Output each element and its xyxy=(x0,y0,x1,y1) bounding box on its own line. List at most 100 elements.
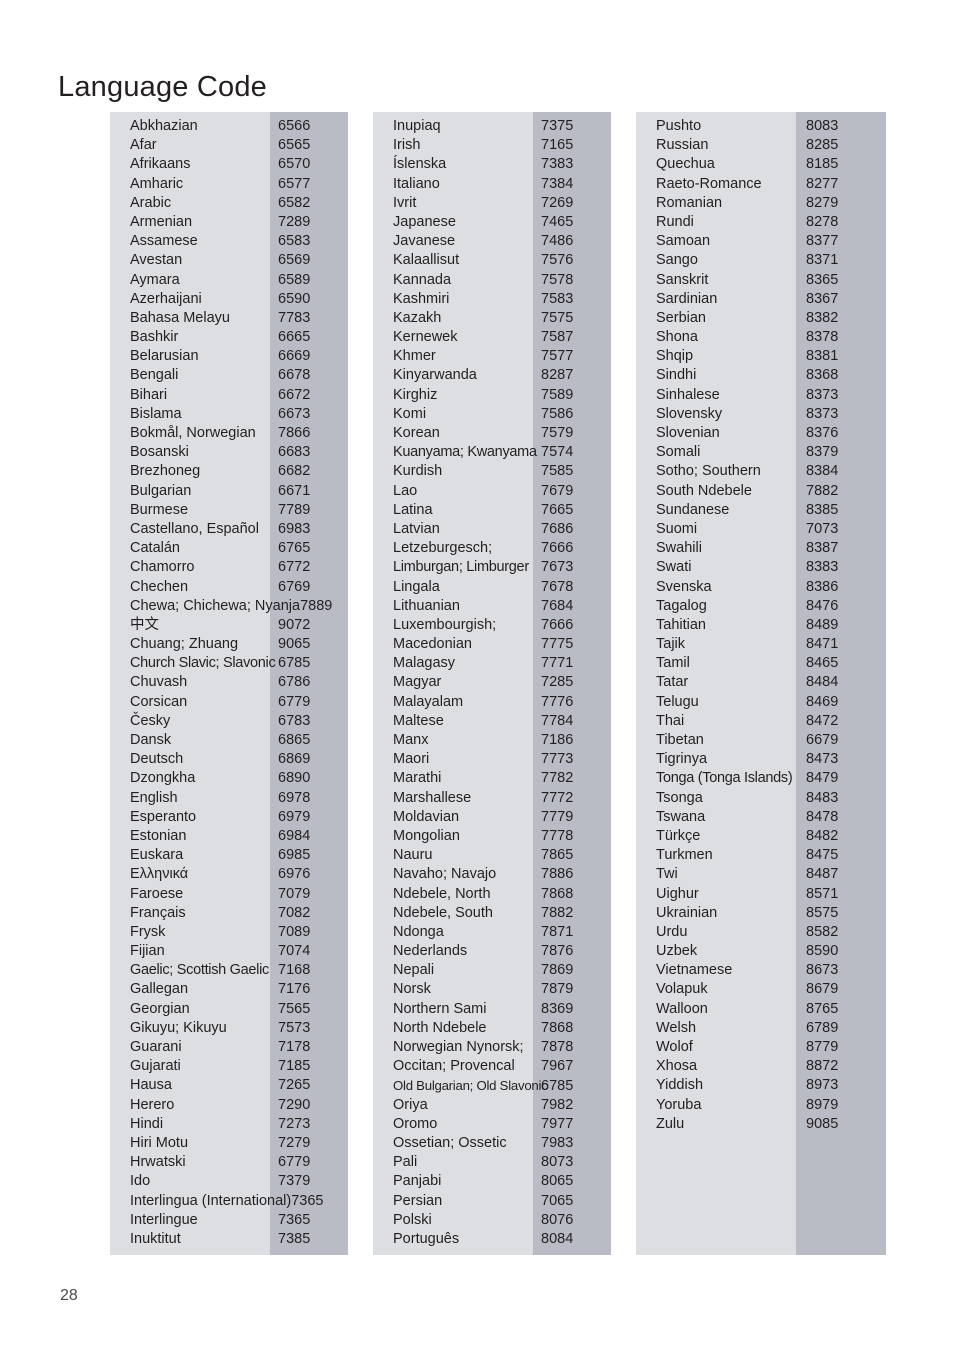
language-name: Norwegian Nynorsk; xyxy=(393,1039,524,1055)
language-code: 6976 xyxy=(278,866,311,883)
language-name: Afar xyxy=(130,137,157,154)
language-name: Tonga (Tonga Islands) xyxy=(656,770,793,787)
language-code: 8973 xyxy=(806,1077,839,1094)
table-row: Brezhoneg 6682 xyxy=(110,462,348,481)
language-name: Chechen xyxy=(130,578,189,595)
table-row: Kashmiri 7583 xyxy=(373,290,611,309)
language-code: 7977 xyxy=(541,1115,574,1132)
table-row: Bashkir 6665 xyxy=(110,328,348,347)
table-row: Oromo 7977 xyxy=(373,1115,611,1134)
language-name: Telugu xyxy=(656,693,699,710)
language-code: 7579 xyxy=(541,425,574,441)
table-row: Sotho; Southern 8384 xyxy=(636,462,886,481)
table-row: Italiano 7384 xyxy=(373,175,611,194)
language-code: 6570 xyxy=(278,156,311,173)
table-row: Inupiaq 7375 xyxy=(373,117,611,136)
language-name: Persian xyxy=(393,1192,443,1209)
table-row: Castellano, Español 6983 xyxy=(110,520,348,539)
language-name: Assamese xyxy=(130,233,198,250)
language-code: 6785 xyxy=(541,1078,574,1095)
language-code: 8479 xyxy=(806,770,839,787)
language-code: 7583 xyxy=(541,290,574,307)
language-code: 8279 xyxy=(806,194,839,211)
language-name: Yiddish xyxy=(656,1077,704,1094)
language-name: Bislama xyxy=(130,405,182,422)
language-code: 8484 xyxy=(806,674,839,691)
language-code: 6779 xyxy=(278,1154,311,1171)
table-row: Kinyarwanda 8287 xyxy=(373,366,611,385)
table-row: Kannada 7578 xyxy=(373,271,611,290)
language-code: 6590 xyxy=(278,290,311,307)
table-row: Interlingua (International) 7365 xyxy=(110,1192,348,1211)
language-code: 7586 xyxy=(541,405,574,422)
page-canvas: Language Code Abkhazian 6566 Afar 6565 Afrik… xyxy=(0,0,954,1354)
language-name: Português xyxy=(393,1230,460,1247)
language-name: Íslenska xyxy=(393,156,447,173)
language-code: 7089 xyxy=(278,923,311,940)
table-row: Uzbek 8590 xyxy=(636,942,886,961)
language-name: Gikuyu; Kikuyu xyxy=(130,1019,227,1036)
language-name: Bashkir xyxy=(130,329,179,346)
language-code: 9065 xyxy=(278,636,311,653)
language-code: 8473 xyxy=(806,751,839,768)
table-row: Shqip 8381 xyxy=(636,347,886,366)
language-name: Abkhazian xyxy=(130,118,198,134)
language-code: 7587 xyxy=(541,329,574,346)
language-code: 7290 xyxy=(278,1096,311,1113)
language-name: North Ndebele xyxy=(393,1019,487,1036)
table-row: Hausa 7265 xyxy=(110,1076,348,1095)
table-row: Sinhalese 8373 xyxy=(636,386,886,405)
language-code: 6979 xyxy=(278,808,311,825)
table-row: Shona 8378 xyxy=(636,328,886,347)
language-name: Urdu xyxy=(656,923,688,940)
language-code: 8472 xyxy=(806,712,839,729)
table-row: Somali 8379 xyxy=(636,443,886,462)
table-row: Nauru 7865 xyxy=(373,846,611,865)
language-code: 7073 xyxy=(806,520,839,537)
language-code: 7778 xyxy=(541,827,574,844)
table-row: Bulgarian 6671 xyxy=(110,482,348,501)
table-row: Panjabi 8065 xyxy=(373,1172,611,1191)
language-name: Castellano, Español xyxy=(130,520,259,537)
language-code: 7879 xyxy=(541,981,574,998)
language-name: Tatar xyxy=(656,674,689,691)
language-name: Ndonga xyxy=(393,923,444,940)
language-name: Northern Sami xyxy=(393,1000,487,1017)
language-name: Welsh xyxy=(656,1019,697,1036)
table-row: Deutsch 6869 xyxy=(110,750,348,769)
table-row: Bahasa Melayu 7783 xyxy=(110,309,348,328)
table-row: Wolof 8779 xyxy=(636,1038,886,1057)
language-name: Faroese xyxy=(130,885,184,902)
language-code: 7279 xyxy=(278,1134,311,1151)
table-row: Tonga (Tonga Islands) 8479 xyxy=(636,769,886,788)
language-name: Wolof xyxy=(656,1039,693,1055)
language-code: 7185 xyxy=(278,1058,311,1075)
language-name: Shqip xyxy=(656,348,694,365)
language-name: Latvian xyxy=(393,520,440,537)
table-row: Mongolian 7778 xyxy=(373,827,611,846)
table-row: Komi 7586 xyxy=(373,405,611,424)
language-code: 6765 xyxy=(278,540,311,557)
language-name: Gujarati xyxy=(130,1058,181,1075)
language-code: 8385 xyxy=(806,501,839,518)
table-row: Kirghiz 7589 xyxy=(373,386,611,405)
table-row: Türkçe 8482 xyxy=(636,827,886,846)
language-name: Swati xyxy=(656,559,692,576)
language-rows-3: Pushto 8083 Russian 8285 Quechua 8185 Raeto-Ro… xyxy=(636,117,886,1134)
language-name: Hrwatski xyxy=(130,1154,186,1171)
language-code: 6683 xyxy=(278,444,311,461)
language-code: 7574 xyxy=(541,444,574,461)
table-row: Bislama 6673 xyxy=(110,405,348,424)
table-row: Fijian 7074 xyxy=(110,942,348,961)
language-code: 7673 xyxy=(541,559,574,576)
language-code: 8285 xyxy=(806,137,839,154)
table-row: Tibetan 6679 xyxy=(636,731,886,750)
language-name: Dzongkha xyxy=(130,770,196,787)
language-code: 6679 xyxy=(806,732,839,748)
table-row: Ndebele, North 7868 xyxy=(373,885,611,904)
language-name: Navaho; Navajo xyxy=(393,866,497,883)
language-name: Limburgan; Limburger xyxy=(393,559,529,576)
language-name: Malagasy xyxy=(393,655,456,672)
table-row: Português 8084 xyxy=(373,1230,611,1249)
language-code: 6865 xyxy=(278,732,311,748)
